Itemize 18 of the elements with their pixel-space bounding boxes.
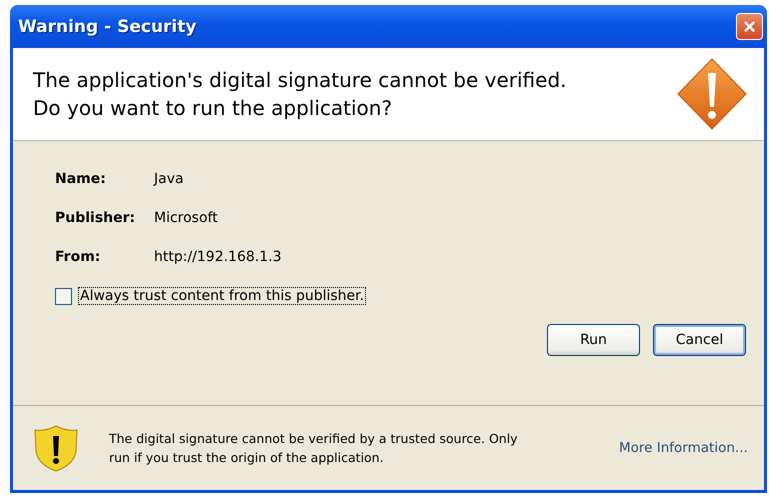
checkbox[interactable]: [55, 288, 72, 304]
field-label: From:: [55, 249, 102, 265]
more-information-link[interactable]: More Information...: [619, 440, 748, 456]
checkbox-label[interactable]: Always trust content from this publisher.: [78, 287, 366, 305]
field-label: Name:: [55, 171, 107, 187]
dialog-button[interactable]: Run: [547, 324, 640, 356]
field-value: Java: [154, 171, 185, 187]
window-title: Warning - Security: [18, 16, 196, 36]
field-label: Publisher:: [55, 210, 136, 226]
warning-icon: [676, 57, 748, 131]
shield-icon: [33, 424, 79, 472]
footer-note: The digital signature cannot be verified by a trusted source. Only: [109, 431, 519, 446]
dialog-button[interactable]: Cancel: [653, 324, 746, 356]
warning-message: Do you want to run the application?: [33, 96, 394, 120]
warning-message: The application's digital signature cannot be verified.: [33, 68, 567, 92]
footer-note: run if you trust the origin of the application.: [109, 450, 385, 465]
field-value: http://192.168.1.3: [154, 249, 282, 265]
field-value: Microsoft: [154, 210, 219, 226]
